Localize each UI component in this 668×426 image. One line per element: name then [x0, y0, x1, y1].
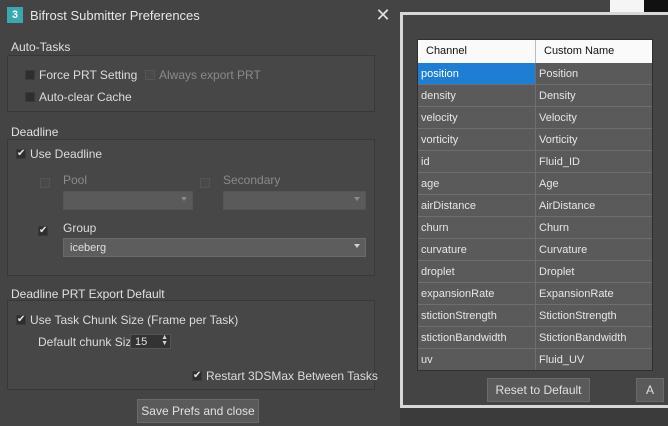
custom-name-cell[interactable]: Curvature: [536, 239, 652, 261]
auto-clear-cache-label: Auto-clear Cache: [39, 90, 132, 104]
preferences-dialog: 3 Bifrost Submitter Preferences ✕ Auto-T…: [0, 0, 400, 426]
prt-export-title: Deadline PRT Export Default: [11, 287, 165, 301]
use-deadline-box[interactable]: [16, 149, 26, 159]
group-dropdown[interactable]: iceberg: [63, 238, 366, 257]
table-row[interactable]: expansionRate ExpansionRate: [418, 283, 652, 305]
reset-to-default-button[interactable]: Reset to Default: [487, 378, 590, 402]
pool-checkbox[interactable]: [40, 178, 50, 188]
table-row[interactable]: curvature Curvature: [418, 239, 652, 261]
column-header-channel[interactable]: Channel: [418, 40, 536, 63]
table-row[interactable]: age Age: [418, 173, 652, 195]
table-row[interactable]: vorticity Vorticity: [418, 129, 652, 151]
chunk-size-value: 15: [135, 336, 148, 348]
window-title: Bifrost Submitter Preferences: [30, 8, 200, 23]
table-row[interactable]: droplet Droplet: [418, 261, 652, 283]
custom-name-cell[interactable]: ExpansionRate: [536, 283, 652, 305]
table-header: Channel Custom Name: [418, 40, 652, 63]
channel-cell[interactable]: airDistance: [418, 195, 536, 217]
chevron-down-icon: [354, 197, 360, 201]
custom-name-cell[interactable]: Position: [536, 63, 652, 85]
app-icon: 3: [7, 7, 23, 23]
close-button[interactable]: ✕: [370, 3, 396, 27]
auto-clear-cache-box[interactable]: [25, 92, 35, 102]
channel-cell[interactable]: droplet: [418, 261, 536, 283]
channel-mapping-window: Channel Custom Name position Position dens…: [400, 12, 668, 408]
background-window-strip-dark: [644, 0, 668, 12]
channel-table: Channel Custom Name position Position dens…: [417, 39, 653, 371]
auto-clear-cache-checkbox[interactable]: Auto-clear Cache: [25, 90, 132, 104]
always-export-prt-label: Always export PRT: [159, 68, 261, 82]
custom-name-cell[interactable]: Churn: [536, 217, 652, 239]
channel-cell[interactable]: velocity: [418, 107, 536, 129]
group-checkbox[interactable]: [38, 226, 48, 236]
save-prefs-button[interactable]: Save Prefs and close: [137, 399, 259, 423]
use-chunk-size-checkbox[interactable]: Use Task Chunk Size (Frame per Task): [16, 313, 238, 327]
use-chunk-size-box[interactable]: [16, 315, 26, 325]
force-prt-checkbox[interactable]: Force PRT Setting: [25, 68, 137, 82]
pool-dropdown[interactable]: [63, 191, 193, 210]
pool-label: Pool: [63, 173, 88, 187]
custom-name-cell[interactable]: AirDistance: [536, 195, 652, 217]
chunk-size-label: Default chunk Size: [38, 335, 139, 349]
column-header-custom-name[interactable]: Custom Name: [536, 40, 652, 63]
restart-3dsmax-box[interactable]: [192, 371, 202, 381]
restart-3dsmax-checkbox[interactable]: Restart 3DSMax Between Tasks: [192, 369, 378, 383]
table-row[interactable]: id Fluid_ID: [418, 151, 652, 173]
custom-name-cell[interactable]: StictionBandwidth: [536, 327, 652, 349]
secondary-dropdown[interactable]: [223, 191, 366, 210]
channel-cell[interactable]: position: [418, 63, 536, 85]
table-row[interactable]: stictionBandwidth StictionBandwidth: [418, 327, 652, 349]
custom-name-cell[interactable]: Velocity: [536, 107, 652, 129]
custom-name-cell[interactable]: Density: [536, 85, 652, 107]
channel-cell[interactable]: vorticity: [418, 129, 536, 151]
channel-cell[interactable]: curvature: [418, 239, 536, 261]
table-row[interactable]: churn Churn: [418, 217, 652, 239]
background-window-bottom: [400, 408, 668, 426]
channel-cell[interactable]: density: [418, 85, 536, 107]
auto-tasks-title: Auto-Tasks: [11, 40, 71, 54]
custom-name-cell[interactable]: Fluid_ID: [536, 151, 652, 173]
a-button[interactable]: A: [636, 378, 664, 402]
custom-name-cell[interactable]: Age: [536, 173, 652, 195]
table-row[interactable]: position Position: [418, 63, 652, 85]
channel-cell[interactable]: stictionBandwidth: [418, 327, 536, 349]
custom-name-cell[interactable]: Vorticity: [536, 129, 652, 151]
channel-cell[interactable]: uv: [418, 349, 536, 370]
secondary-label: Secondary: [223, 173, 281, 187]
chevron-down-icon: [354, 244, 360, 248]
group-value: iceberg: [70, 242, 107, 254]
table-row[interactable]: density Density: [418, 85, 652, 107]
title-bar[interactable]: 3 Bifrost Submitter Preferences ✕: [0, 0, 400, 30]
group-label: Group: [63, 221, 97, 235]
channel-cell[interactable]: id: [418, 151, 536, 173]
force-prt-label: Force PRT Setting: [39, 68, 138, 82]
secondary-checkbox[interactable]: [200, 178, 210, 188]
table-row[interactable]: velocity Velocity: [418, 107, 652, 129]
deadline-title: Deadline: [11, 125, 59, 139]
table-row[interactable]: stictionStrength StictionStrength: [418, 305, 652, 327]
always-export-prt-box[interactable]: [145, 70, 155, 80]
channel-cell[interactable]: churn: [418, 217, 536, 239]
custom-name-cell[interactable]: StictionStrength: [536, 305, 652, 327]
use-chunk-size-label: Use Task Chunk Size (Frame per Task): [30, 313, 239, 327]
table-row[interactable]: airDistance AirDistance: [418, 195, 652, 217]
always-export-prt-checkbox[interactable]: Always export PRT: [145, 68, 261, 82]
channel-cell[interactable]: age: [418, 173, 536, 195]
channel-cell[interactable]: expansionRate: [418, 283, 536, 305]
custom-name-cell[interactable]: Fluid_UV: [536, 349, 652, 370]
use-deadline-checkbox[interactable]: Use Deadline: [16, 147, 102, 161]
table-row[interactable]: uv Fluid_UV: [418, 349, 652, 370]
close-icon: ✕: [375, 5, 391, 25]
restart-3dsmax-label: Restart 3DSMax Between Tasks: [206, 369, 378, 383]
channel-cell[interactable]: stictionStrength: [418, 305, 536, 327]
spinner-arrows-icon[interactable]: ▲ ▼: [161, 334, 168, 347]
force-prt-box[interactable]: [25, 70, 35, 80]
use-deadline-label: Use Deadline: [30, 147, 103, 161]
chevron-down-icon: [181, 197, 187, 201]
chunk-size-spinner[interactable]: 15 ▲ ▼: [130, 334, 171, 349]
custom-name-cell[interactable]: Droplet: [536, 261, 652, 283]
